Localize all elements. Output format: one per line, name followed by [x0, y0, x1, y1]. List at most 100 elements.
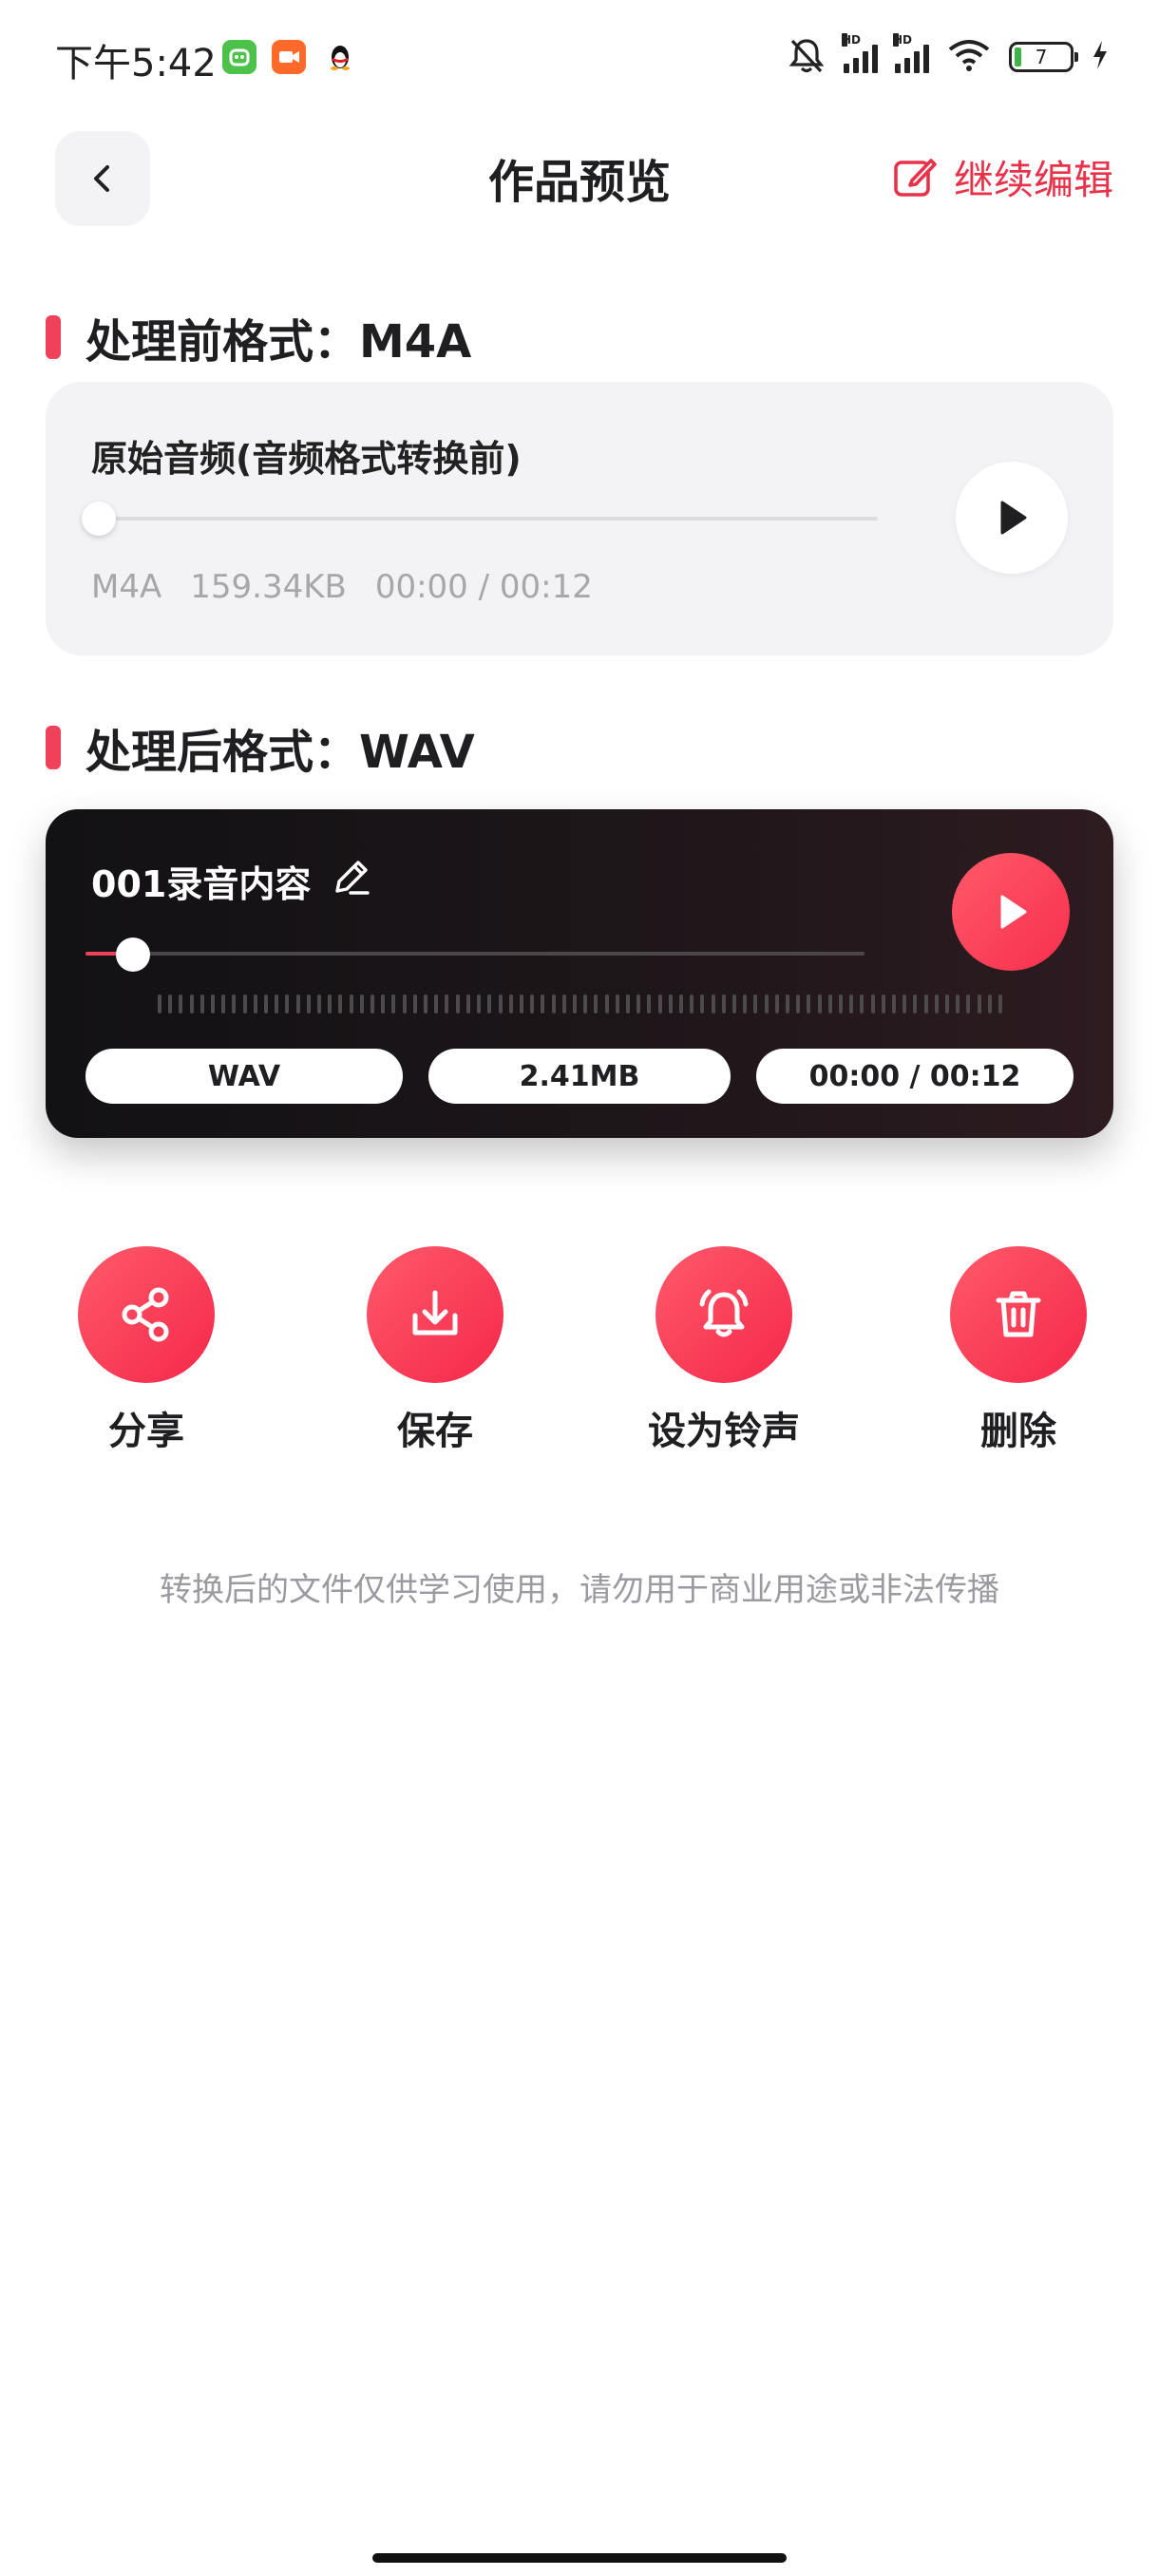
waveform-bar [179, 994, 183, 1013]
rename-pencil-icon[interactable] [330, 855, 373, 907]
waveform-bar [381, 994, 386, 1013]
waveform-bar [774, 994, 779, 1013]
original-time: 00:00 / 00:12 [374, 568, 593, 606]
waveform-bar [796, 994, 801, 1013]
waveform-bar [807, 994, 811, 1013]
waveform-bar [753, 994, 758, 1013]
status-icons: HD HD 7 [787, 33, 1110, 80]
waveform-bar [743, 994, 748, 1013]
signal-hd-label: HD [842, 33, 862, 47]
waveform-bar [338, 994, 343, 1013]
waveform [158, 994, 1003, 1014]
waveform-bar [317, 994, 322, 1013]
waveform-bar [849, 994, 854, 1013]
original-format: M4A [91, 568, 162, 606]
waveform-bar [860, 994, 864, 1013]
waveform-bar [221, 994, 226, 1013]
waveform-bar [328, 994, 332, 1013]
qq-penguin-icon [323, 40, 357, 74]
charging-icon [1091, 39, 1110, 75]
waveform-bar [349, 994, 353, 1013]
battery-icon: 7 [1009, 42, 1078, 72]
waveform-bar [785, 994, 789, 1013]
waveform-bar [817, 994, 822, 1013]
waveform-bar [923, 994, 928, 1013]
waveform-bar [402, 994, 407, 1013]
original-audio-card: 原始音频(音频格式转换前) M4A 159.34KB 00:00 / 00:12 [46, 382, 1113, 655]
waveform-bar [306, 994, 311, 1013]
set-ringtone-label: 设为铃声 [648, 1410, 800, 1453]
waveform-bar [657, 994, 662, 1013]
mute-bell-icon [787, 35, 826, 79]
waveform-bar [987, 994, 992, 1013]
signal-hd-label: HD [893, 33, 913, 47]
waveform-bar [732, 994, 736, 1013]
ringtone-bell-icon [656, 1246, 792, 1383]
share-button[interactable]: 分享 [42, 1246, 251, 1455]
waveform-bar [189, 994, 194, 1013]
continue-edit-button[interactable]: 继续编辑 [891, 148, 1113, 206]
waveform-bar [264, 994, 269, 1013]
after-section-title: 处理后格式：WAV [46, 714, 475, 781]
converted-time-pill: 00:00 / 00:12 [756, 1049, 1074, 1104]
play-icon [1000, 501, 1027, 535]
waveform-bar [359, 994, 364, 1013]
waveform-bar [711, 994, 715, 1013]
waveform-bar [913, 994, 918, 1013]
waveform-bar [625, 994, 630, 1013]
delete-label: 删除 [980, 1410, 1056, 1453]
waveform-bar [721, 994, 726, 1013]
waveform-bar [678, 994, 683, 1013]
share-label: 分享 [108, 1410, 184, 1453]
waveform-bar [391, 994, 396, 1013]
waveform-bar [253, 994, 257, 1013]
original-audio-title: 原始音频(音频格式转换前) [91, 438, 522, 480]
waveform-bar [412, 994, 417, 1013]
home-indicator[interactable] [372, 2553, 787, 2563]
waveform-bar [668, 994, 673, 1013]
save-label: 保存 [397, 1410, 473, 1453]
trash-icon [950, 1246, 1087, 1383]
wifi-icon [946, 36, 992, 78]
original-seek-thumb[interactable] [82, 502, 116, 536]
edit-icon [894, 158, 937, 197]
original-seek-track[interactable] [99, 517, 878, 521]
waveform-bar [242, 994, 247, 1013]
waveform-bar [519, 994, 523, 1013]
waveform-bar [870, 994, 875, 1013]
waveform-bar [881, 994, 885, 1013]
converted-audio-name: 001录音内容 [91, 863, 312, 905]
converted-play-button[interactable] [952, 853, 1070, 971]
save-button[interactable]: 保存 [331, 1246, 540, 1455]
waveform-bar [508, 994, 513, 1013]
status-bar: 下午5:42 HD HD 7 [0, 0, 1159, 114]
waveform-bar [700, 994, 705, 1013]
converted-format-pill: WAV [86, 1049, 403, 1104]
waveform-bar [572, 994, 577, 1013]
before-section-label: 处理前格式：M4A [86, 315, 472, 369]
waveform-bar [956, 994, 960, 1013]
before-section-title: 处理前格式：M4A [46, 304, 471, 370]
waveform-bar [561, 994, 566, 1013]
original-play-button[interactable] [956, 462, 1068, 574]
converted-seek-thumb[interactable] [116, 938, 150, 972]
set-ringtone-button[interactable]: 设为铃声 [619, 1246, 828, 1455]
waveform-bar [541, 994, 545, 1013]
waveform-bar [604, 994, 609, 1013]
share-icon [78, 1246, 215, 1383]
video-app-icon [272, 40, 306, 74]
waveform-bar [211, 994, 216, 1013]
waveform-bar [498, 994, 503, 1013]
converted-seek-track[interactable] [86, 952, 864, 956]
waveform-bar [434, 994, 439, 1013]
waveform-bar [370, 994, 375, 1013]
waveform-bar [487, 994, 492, 1013]
signal-icon: HD [842, 33, 878, 73]
original-size: 159.34KB [190, 568, 347, 606]
waveform-bar [764, 994, 769, 1013]
waveform-bar [285, 994, 290, 1013]
delete-button[interactable]: 删除 [914, 1246, 1123, 1455]
section-marker [46, 726, 61, 769]
waveform-bar [839, 994, 843, 1013]
converted-size-pill: 2.41MB [428, 1049, 731, 1104]
